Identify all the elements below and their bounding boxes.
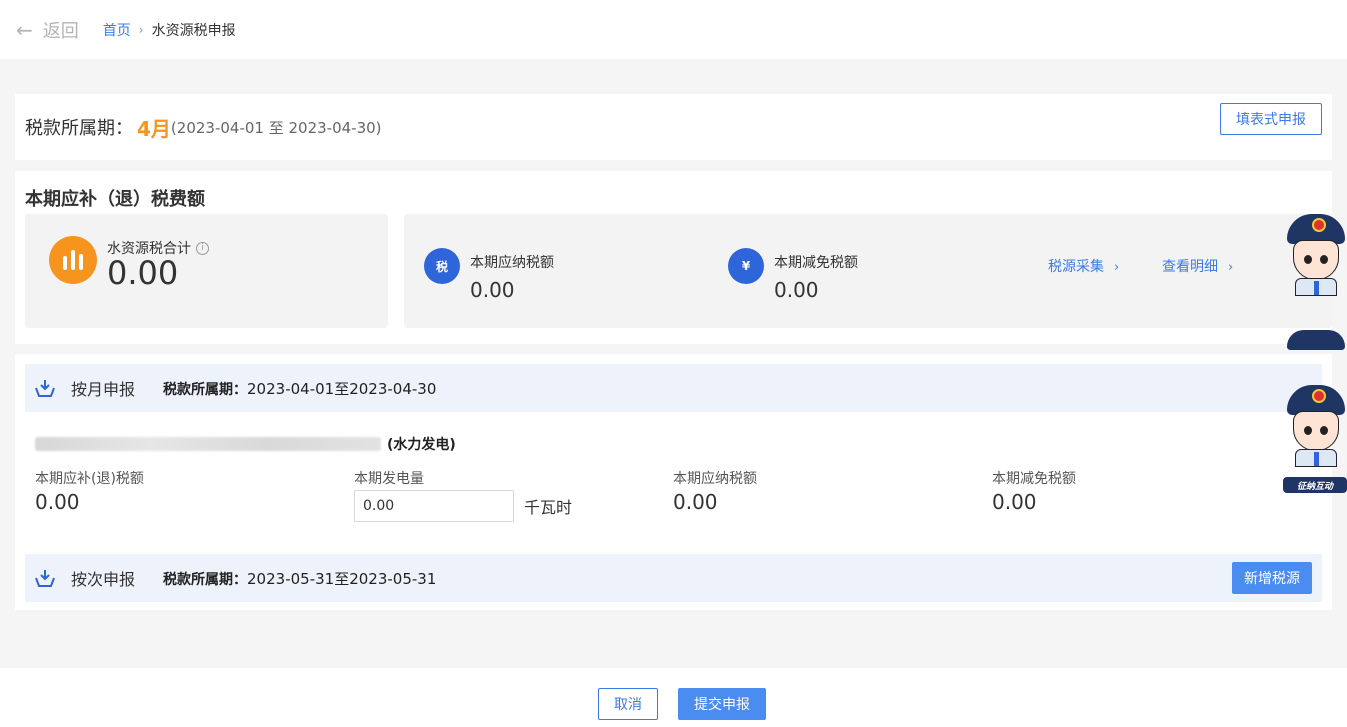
back-label: 返回 — [42, 20, 79, 42]
field-payable-value: 0.00 — [673, 490, 718, 514]
refund-value: 0.00 — [35, 490, 80, 514]
total-tax-box: 水资源税合计 i 0.00 — [25, 214, 388, 328]
info-icon[interactable]: i — [196, 241, 209, 255]
mascot-face — [1293, 240, 1339, 280]
monthly-declaration-type: 按月申报 — [71, 380, 136, 399]
mascot-tag: 征纳互动 — [1283, 477, 1347, 493]
fill-form-declare-button[interactable]: 填表式申报 — [1220, 103, 1322, 135]
mascot-top[interactable] — [1283, 214, 1347, 296]
reduction-field: 本期减免税额 0.00 — [992, 468, 1076, 514]
period-card: 税款所属期： 4月 (2023-04-01 至 2023-04-30) 填表式申… — [15, 94, 1332, 160]
top-bar: ← 返回 首页 › 水资源税申报 — [0, 0, 1347, 59]
mascot-peek — [1283, 330, 1347, 350]
mascot-assistant-button[interactable]: 征纳互动 — [1283, 385, 1347, 495]
payable-label: 本期应纳税额 — [470, 255, 554, 271]
tax-source-name: (水力发电) — [387, 437, 456, 453]
field-payable-label: 本期应纳税额 — [673, 471, 757, 487]
reduction-label: 本期减免税额 — [774, 255, 858, 271]
refund-label: 本期应补(退)税额 — [35, 471, 144, 487]
tax-source-row: (水力发电) — [35, 434, 456, 454]
mascot-face — [1293, 411, 1339, 451]
monthly-declaration-header: 按月申报 税款所属期：2023-04-01至2023-04-30 — [25, 364, 1322, 412]
breadcrumb-current: 水资源税申报 — [151, 22, 236, 39]
total-tax-value: 0.00 — [107, 254, 179, 292]
per-time-period-value: 2023-05-31至2023-05-31 — [247, 569, 437, 588]
power-label: 本期发电量 — [354, 471, 424, 487]
power-field: 本期发电量 0.00 千瓦时 — [354, 468, 572, 522]
badge-icon — [1312, 389, 1326, 403]
cancel-button[interactable]: 取消 — [598, 688, 658, 720]
add-tax-source-button[interactable]: 新增税源 — [1232, 562, 1312, 594]
summary-card: 本期应补（退）税费额 水资源税合计 i 0.00 税 本期应纳税额 0.00 ¥… — [15, 171, 1332, 344]
redacted-source-id — [35, 437, 381, 451]
period-label: 税款所属期： — [25, 118, 133, 139]
payable-value: 0.00 — [470, 278, 515, 302]
period-range: (2023-04-01 至 2023-04-30) — [170, 118, 382, 137]
view-detail-label: 查看明细 — [1162, 259, 1218, 275]
badge-icon — [1312, 218, 1326, 232]
power-unit: 千瓦时 — [524, 498, 573, 517]
tax-source-collect-label: 税源采集 — [1048, 259, 1104, 275]
tax-detail-box: 税 本期应纳税额 0.00 ¥ 本期减免税额 0.00 税源采集 › 查看明细 › — [404, 214, 1332, 328]
back-button[interactable]: ← 返回 — [16, 17, 79, 43]
power-generation-input[interactable]: 0.00 — [354, 490, 514, 522]
breadcrumb-home-link[interactable]: 首页 — [103, 20, 131, 40]
tax-source-collect-link[interactable]: 税源采集 › — [1048, 256, 1119, 276]
tax-icon: 税 — [424, 248, 460, 284]
field-reduction-value: 0.00 — [992, 490, 1037, 514]
declaration-card: 按月申报 税款所属期：2023-04-01至2023-04-30 (水力发电) … — [15, 354, 1332, 610]
download-tray-icon — [35, 568, 55, 588]
reduction-value: 0.00 — [774, 278, 819, 302]
payable-field: 本期应纳税额 0.00 — [673, 468, 757, 514]
summary-title: 本期应补（退）税费额 — [25, 189, 205, 210]
arrow-left-icon: ← — [16, 17, 33, 42]
view-detail-link[interactable]: 查看明细 › — [1162, 256, 1233, 276]
refund-field: 本期应补(退)税额 0.00 — [35, 468, 144, 514]
chevron-right-icon: › — [1114, 260, 1120, 275]
monthly-period-label: 税款所属期： — [163, 381, 248, 398]
chevron-right-icon: › — [138, 22, 144, 37]
per-time-declaration-header: 按次申报 税款所属期：2023-05-31至2023-05-31 新增税源 — [25, 554, 1322, 602]
chevron-right-icon: › — [1228, 260, 1234, 275]
period-month: 4月 — [137, 116, 171, 141]
submit-declaration-button[interactable]: 提交申报 — [678, 688, 766, 720]
yen-minus-icon: ¥ — [728, 248, 764, 284]
breadcrumb: 首页 › 水资源税申报 — [103, 20, 236, 40]
per-time-declaration-type: 按次申报 — [71, 570, 136, 589]
monthly-period-value: 2023-04-01至2023-04-30 — [247, 379, 437, 398]
field-reduction-label: 本期减免税额 — [992, 471, 1076, 487]
footer-bar: 取消 提交申报 — [0, 668, 1347, 727]
download-tray-icon — [35, 378, 55, 398]
bar-chart-icon — [49, 236, 97, 284]
per-time-period-label: 税款所属期： — [163, 571, 248, 588]
per-time-period: 税款所属期：2023-05-31至2023-05-31 — [163, 568, 436, 589]
monthly-period: 税款所属期：2023-04-01至2023-04-30 — [163, 378, 436, 399]
